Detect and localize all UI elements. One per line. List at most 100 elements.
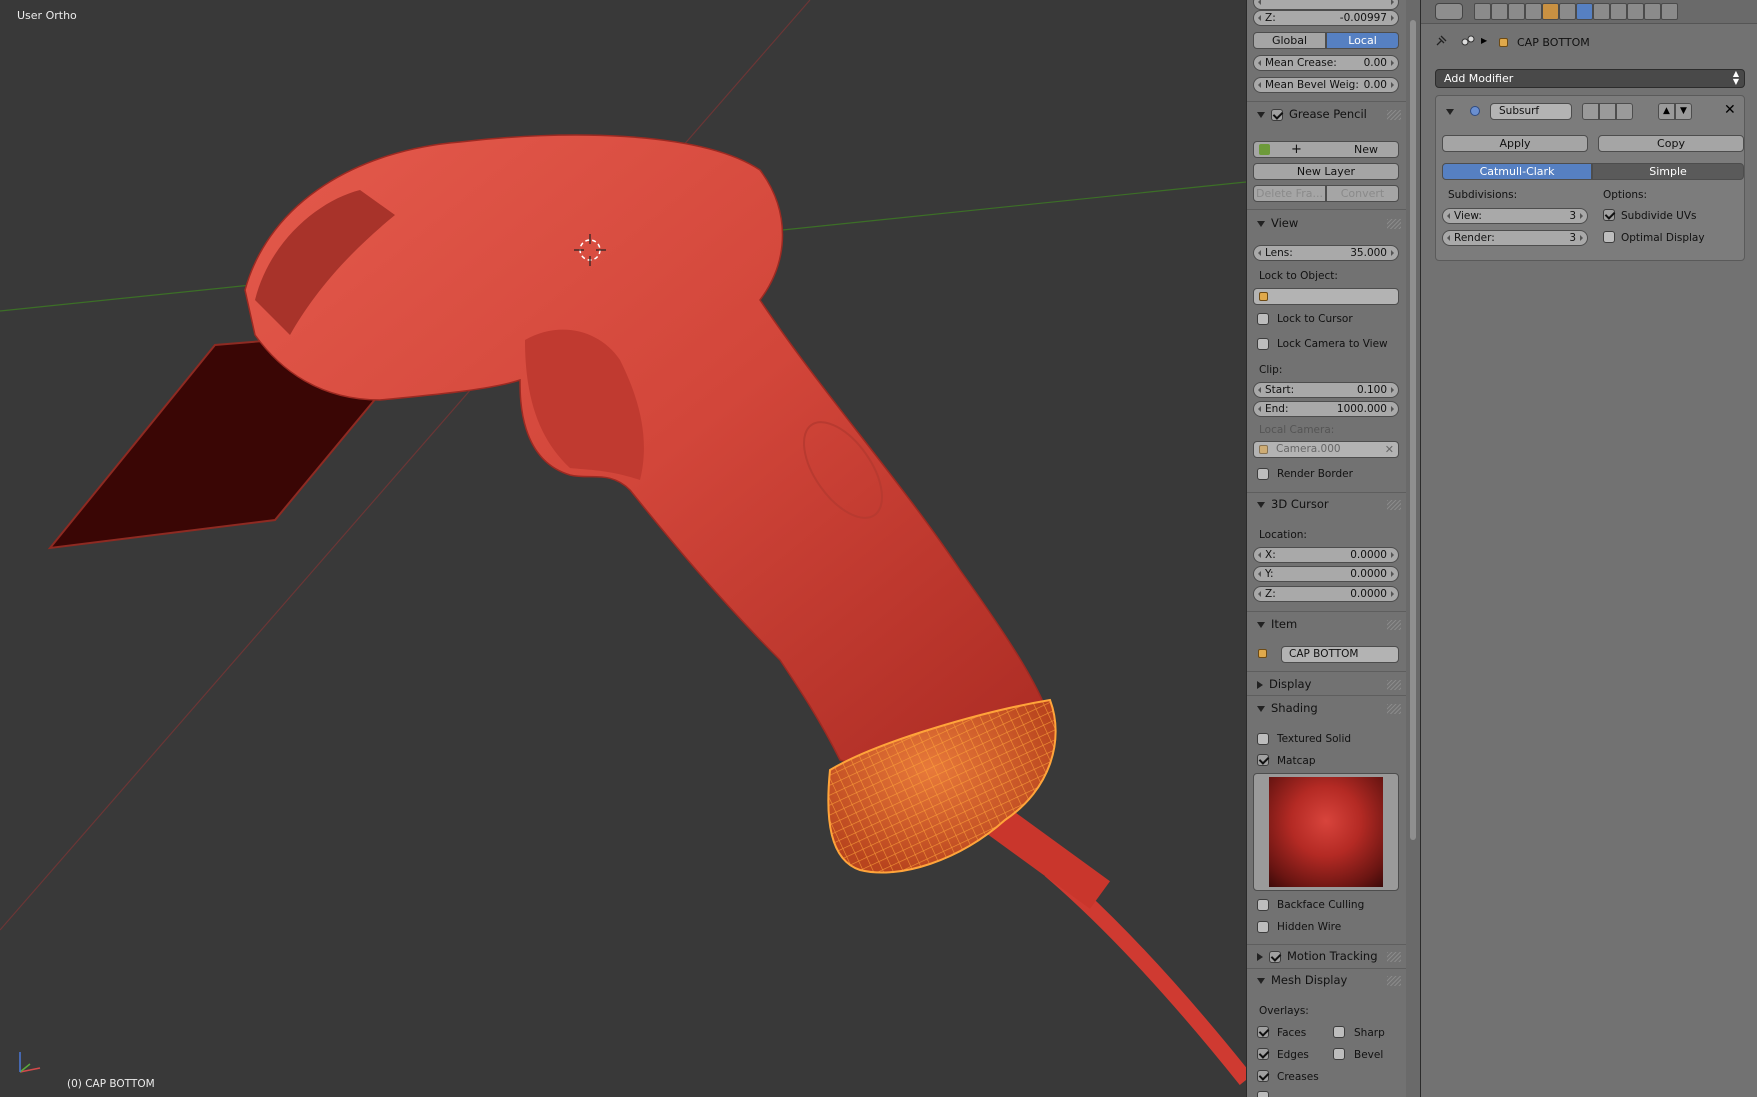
lock-object-field[interactable] xyxy=(1253,288,1399,305)
add-modifier-dropdown[interactable]: Add Modifier ▲ ▼ xyxy=(1435,69,1745,88)
hidden-wire-checkbox[interactable] xyxy=(1257,921,1269,933)
clear-icon[interactable]: ✕ xyxy=(1385,442,1394,457)
properties-region[interactable]: Z: -0.00997 Global Local Mean Crease: 0.… xyxy=(1246,0,1407,1097)
z-location-field[interactable]: Z: -0.00997 xyxy=(1253,10,1399,26)
backface-culling-checkbox[interactable] xyxy=(1257,899,1269,911)
lens-field[interactable]: Lens: 35.000 xyxy=(1253,245,1399,261)
render-levels-field[interactable]: Render: 3 xyxy=(1442,230,1588,246)
lock-to-cursor-checkbox[interactable] xyxy=(1257,313,1269,325)
camera-icon xyxy=(1259,445,1268,454)
scene-tab-icon[interactable] xyxy=(1508,3,1525,20)
subdivide-uvs-checkbox[interactable] xyxy=(1603,209,1615,221)
material-tab-icon[interactable] xyxy=(1610,3,1627,20)
pencil-icon xyxy=(1259,144,1270,155)
mean-bevel-field[interactable]: Mean Bevel Weig: 0.00 xyxy=(1253,77,1399,93)
data-tab-icon[interactable] xyxy=(1593,3,1610,20)
cable xyxy=(1044,863,1246,1085)
grease-pencil-title: Grease Pencil xyxy=(1289,107,1367,121)
3d-viewport[interactable]: User Ortho (0) CAP BOTTOM xyxy=(0,0,1246,1097)
global-button[interactable]: Global xyxy=(1253,32,1326,49)
move-up-icon[interactable]: ▲ xyxy=(1658,103,1675,120)
mesh-display-header[interactable]: Mesh Display xyxy=(1257,972,1347,988)
shading-header[interactable]: Shading xyxy=(1257,700,1318,716)
local-button[interactable]: Local xyxy=(1326,32,1399,49)
motion-tracking-checkbox[interactable] xyxy=(1269,950,1281,963)
matcap-preview-button[interactable] xyxy=(1253,773,1399,891)
render-layers-tab-icon[interactable] xyxy=(1491,3,1508,20)
mean-bevel-value: 0.00 xyxy=(1363,79,1387,91)
apply-button[interactable]: Apply xyxy=(1442,135,1588,152)
motion-tracking-header[interactable]: Motion Tracking xyxy=(1257,948,1378,964)
npanel-scrollbar[interactable] xyxy=(1406,0,1420,1097)
grease-pencil-header[interactable]: Grease Pencil xyxy=(1257,106,1407,122)
overlays-label: Overlays: xyxy=(1259,1005,1309,1017)
pin-icon[interactable] xyxy=(1435,35,1447,47)
catmull-clark-button[interactable]: Catmull-Clark xyxy=(1442,163,1592,180)
expand-icon xyxy=(1257,952,1263,961)
expand-icon xyxy=(1257,680,1263,689)
creases-checkbox[interactable] xyxy=(1257,1070,1269,1082)
item-name-field[interactable]: CAP BOTTOM xyxy=(1281,646,1399,663)
modifiers-tab-icon[interactable] xyxy=(1576,3,1593,20)
editor-type-menu[interactable] xyxy=(1435,3,1463,20)
delete-frame-button[interactable]: Delete Fra... xyxy=(1253,185,1326,202)
optimal-display-label: Optimal Display xyxy=(1621,232,1705,244)
lock-to-cursor-label: Lock to Cursor xyxy=(1277,313,1353,325)
object-tab-icon[interactable] xyxy=(1542,3,1559,20)
mean-bevel-label: Mean Bevel Weig: xyxy=(1265,79,1359,91)
new-layer-button[interactable]: New Layer xyxy=(1253,163,1399,180)
optimal-display-checkbox[interactable] xyxy=(1603,231,1615,243)
cursor-x-field[interactable]: X: 0.0000 xyxy=(1253,547,1399,563)
display-header[interactable]: Display xyxy=(1257,676,1311,692)
clip-start-field[interactable]: Start: 0.100 xyxy=(1253,382,1399,398)
cursor-y-field[interactable]: Y: 0.0000 xyxy=(1253,566,1399,582)
3d-cursor-title: 3D Cursor xyxy=(1271,497,1329,511)
textured-solid-checkbox[interactable] xyxy=(1257,733,1269,745)
subdivisions-label: Subdivisions: xyxy=(1448,189,1518,201)
local-camera-field[interactable]: Camera.000 ✕ xyxy=(1253,441,1399,458)
world-tab-icon[interactable] xyxy=(1525,3,1542,20)
active-object-label: (0) CAP BOTTOM xyxy=(67,1078,155,1090)
grease-pencil-checkbox[interactable] xyxy=(1271,108,1283,121)
render-border-checkbox[interactable] xyxy=(1257,468,1269,480)
edges-label: Edges xyxy=(1277,1049,1309,1061)
simple-button[interactable]: Simple xyxy=(1592,163,1744,180)
edges-checkbox[interactable] xyxy=(1257,1048,1269,1060)
collapse-icon xyxy=(1257,220,1265,227)
convert-button[interactable]: Convert xyxy=(1326,185,1399,202)
move-down-icon[interactable]: ▼ xyxy=(1675,103,1692,120)
mean-crease-field[interactable]: Mean Crease: 0.00 xyxy=(1253,55,1399,71)
scrollbar-thumb[interactable] xyxy=(1410,20,1416,840)
item-header[interactable]: Item xyxy=(1257,616,1297,632)
constraints-tab-icon[interactable] xyxy=(1559,3,1576,20)
copy-button[interactable]: Copy xyxy=(1598,135,1744,152)
cursor-z-field[interactable]: Z: 0.0000 xyxy=(1253,586,1399,602)
seams-checkbox[interactable] xyxy=(1257,1091,1269,1097)
view-header[interactable]: View xyxy=(1257,215,1298,231)
backface-culling-label: Backface Culling xyxy=(1277,899,1365,911)
remove-modifier-icon[interactable]: ✕ xyxy=(1724,102,1736,118)
view-levels-field[interactable]: View: 3 xyxy=(1442,208,1588,224)
sharp-checkbox[interactable] xyxy=(1333,1026,1345,1038)
faces-checkbox[interactable] xyxy=(1257,1026,1269,1038)
y-location-field[interactable] xyxy=(1253,0,1399,10)
bevel-checkbox[interactable] xyxy=(1333,1048,1345,1060)
matcap-checkbox[interactable] xyxy=(1257,754,1269,766)
collapse-icon[interactable] xyxy=(1446,109,1454,115)
display-title: Display xyxy=(1269,677,1312,691)
render-tab-icon[interactable] xyxy=(1474,3,1491,20)
3d-cursor-header[interactable]: 3D Cursor xyxy=(1257,496,1329,512)
physics-tab-icon[interactable] xyxy=(1661,3,1678,20)
particles-tab-icon[interactable] xyxy=(1644,3,1661,20)
texture-tab-icon[interactable] xyxy=(1627,3,1644,20)
textured-solid-label: Textured Solid xyxy=(1277,733,1352,745)
lock-camera-checkbox[interactable] xyxy=(1257,338,1269,350)
clip-end-field[interactable]: End: 1000.000 xyxy=(1253,401,1399,417)
grease-pencil-new-button[interactable]: + New xyxy=(1253,141,1399,158)
realtime-eye-icon[interactable] xyxy=(1599,103,1616,120)
modifier-name-field[interactable]: Subsurf xyxy=(1490,103,1572,120)
render-toggle-icon[interactable] xyxy=(1582,103,1599,120)
editmode-cage-icon[interactable] xyxy=(1616,103,1633,120)
properties-editor[interactable]: ▶ CAP BOTTOM Add Modifier ▲ ▼ Subsurf ▲ ▼… xyxy=(1420,0,1757,1097)
matcap-label: Matcap xyxy=(1277,755,1316,767)
